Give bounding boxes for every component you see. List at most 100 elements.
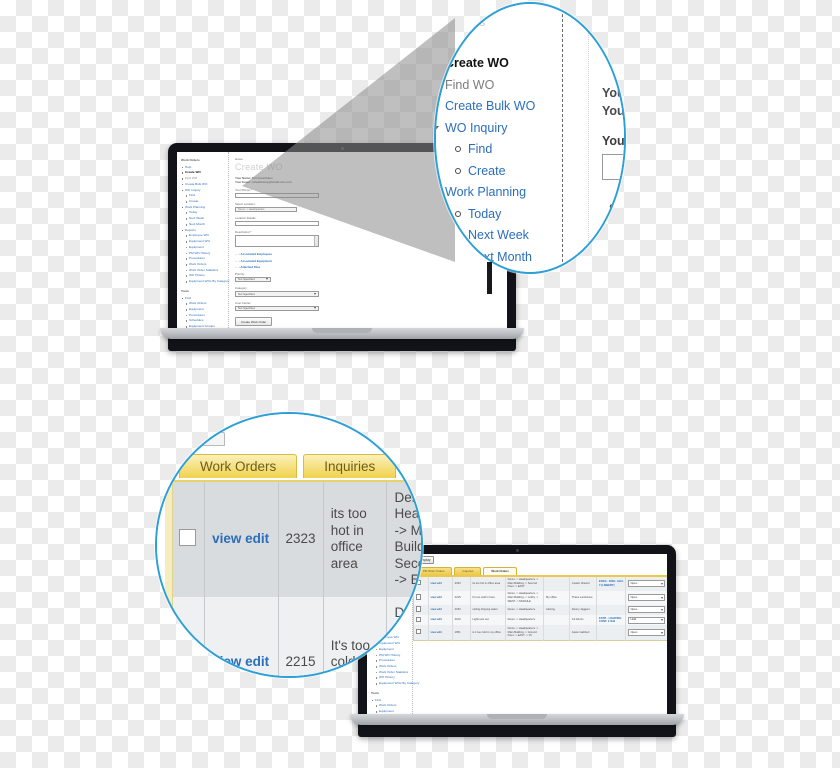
row-actions[interactable]: view edit [428,625,454,641]
table-row[interactable]: view edit 2100 Lights are out Demo -> He… [413,615,667,626]
menu-item-label: Next Week [468,228,529,243]
row-actions[interactable]: view edit [428,615,454,626]
menu-item-work-planning[interactable]: Work Planning [436,182,568,204]
menu-item-next-month[interactable]: Next Month [436,247,568,269]
tab-work-orders[interactable]: Work Orders [483,567,517,575]
phone-input[interactable] [235,192,319,198]
table-row[interactable]: view edit 1951 is it too cold in my offi… [413,625,667,641]
magnifier-bottom: Work Orders Inquiries Work Order view ed… [155,412,423,678]
row-description: is it too cold in my office [470,625,507,641]
row-status-select[interactable]: Open [627,629,666,637]
magnified-phone-input[interactable] [602,154,624,181]
row-actions[interactable]: view edit [428,590,454,605]
row-id: 1951 [452,625,471,641]
magnified-email-line: Your Email: rdn [602,104,625,119]
row-requester: C2 Admin [569,615,598,626]
row-department [543,615,571,626]
row-equipment[interactable]: ESTR - LIGHTING CONT. 2 3LB [596,615,627,626]
row-status-select[interactable]: Open [627,580,666,588]
row-equipment[interactable] [596,625,627,641]
magnifier-top-handle [487,262,492,294]
row-department: My office [543,590,571,605]
row-checkbox[interactable] [179,528,196,546]
table-row[interactable]: view edit 2323 its too hot in office are… [172,481,421,597]
menu-partial-help: lp [452,35,462,50]
select-location-field[interactable]: Demo -> Headquarters [235,206,297,213]
work-orders-table: view edit 2323 its too hot in office are… [413,574,667,641]
menu-item-today[interactable]: Today [436,204,568,226]
chevron-down-icon [314,292,316,295]
magnified-phone-label: Your Phone: * [602,134,625,149]
menu-item-wo-inquiry[interactable]: WO Inquiry [436,118,568,140]
tab-inquiries[interactable]: Inquiries [454,567,482,575]
row-equipment[interactable] [596,604,627,615]
magnified-table: view edit 2323 its too hot in office are… [172,480,421,676]
row-location: Demo -> Headquarters -> Main Building ->… [505,625,545,641]
row-status-value: Open [630,629,638,634]
row-actions[interactable]: view edit [428,575,454,591]
menu-item-label: Next Month [468,249,532,264]
row-equipment[interactable] [596,590,627,605]
row-requester: Thans Lambrinos [569,590,598,605]
sidebar-section-title: Work Orders [181,158,200,162]
magnified-tab-work-orders[interactable]: Work Orders [179,454,298,478]
row-status-cell: Open [626,591,667,605]
magnified-tab-work-orders-active[interactable]: Work Order [402,454,421,478]
description-textarea[interactable] [235,235,319,248]
triangle-down-icon [436,125,439,131]
row-status-cell: Open [626,625,667,640]
bullet-icon [455,253,461,260]
magnified-page-title: Cre [602,18,626,59]
row-actions[interactable]: view edit [204,481,279,597]
row-id: 2323 [452,575,471,591]
magnified-display-button[interactable] [201,432,225,446]
cost-center-select[interactable]: Not Specified [235,305,319,312]
chevron-down-icon [314,307,316,310]
row-description: ceiling dripping water [470,604,507,615]
chevron-down-icon [660,631,663,634]
row-checkbox[interactable] [179,651,196,669]
work-orders-main: Display PM Work Orders Inquiries Work Or… [413,554,667,714]
row-status-cell: Open [626,576,667,591]
row-location: Demo -> Headquarters -> Main Building ->… [386,481,421,597]
chevron-down-icon [266,278,268,281]
row-location: Demo -> Headquarters [505,604,545,615]
bullet-icon [436,81,438,88]
menu-item-find-wo[interactable]: Find WO [436,75,568,97]
table-row[interactable]: view edit 2215 It's too cold in here Dem… [413,590,667,605]
priority-select[interactable]: Not Specified [235,276,271,283]
sidebar-item-equipment-wos-by-category[interactable]: Equipment WOs By Category [371,681,419,687]
row-id: 2183 [452,604,471,615]
row-status-select[interactable]: Open [627,594,666,602]
table-row[interactable]: view edit 2183 ceiling dripping water De… [413,604,667,615]
bottom-laptop-base [350,714,684,725]
description-label: Description: [235,230,251,235]
cost-center-value: Not Specified [238,306,255,311]
table-row[interactable]: view edit 2215 It's too cold in here Dem… [172,596,421,676]
table-row[interactable]: view edit 2323 its too hot in office are… [413,575,667,591]
sidebar-item-equipment-wos-by-category[interactable]: Equipment WOs By Category [181,279,229,285]
menu-item-inquiry-create[interactable]: Create [436,161,568,183]
chevron-down-icon [660,619,663,622]
category-select[interactable]: Not Specified [235,291,319,297]
menu-item-next-week[interactable]: Next Week [436,225,568,247]
create-work-order-button[interactable]: Create Work Order [235,317,273,327]
row-actions[interactable]: view edit [204,596,279,676]
row-status-select[interactable]: Open [627,606,666,614]
location-details-input[interactable] [235,221,319,227]
row-status-select[interactable]: Hold [627,616,666,624]
priority-value: Not Specified [238,277,255,282]
magnified-select-location[interactable]: Demo -> Head [609,222,624,249]
magnified-tab-inquiries[interactable]: Inquiries [303,454,397,478]
menu-item-create-wo[interactable]: Create WO [436,53,568,75]
sidebar: Work Orders Help Create WO Find WO Creat… [177,152,229,328]
row-actions[interactable]: view edit [428,604,454,615]
category-label: Category: [235,286,248,291]
row-equipment[interactable]: EOSC - DISC. AHU-7 (LIEBERT) [596,575,627,591]
chevron-down-icon [660,582,663,585]
magnified-select-location-label: Select Location [609,202,626,217]
menu-item-create-bulk-wo[interactable]: Create Bulk WO [436,96,568,118]
row-location: Demo -> Headquarters -> Main Building ->… [505,590,545,605]
row-status-value: Open [630,580,638,585]
menu-item-inquiry-find[interactable]: Find [436,139,568,161]
